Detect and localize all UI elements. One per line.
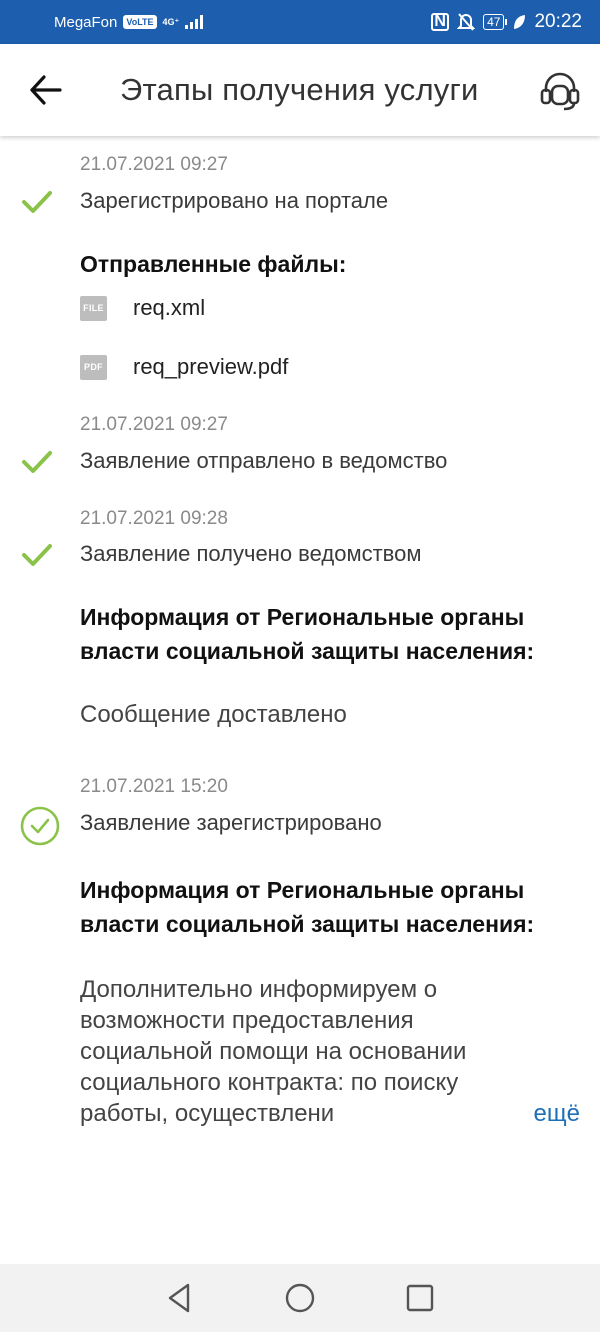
- pdf-icon: PDF: [80, 354, 107, 380]
- clock: 20:22: [534, 11, 582, 32]
- file-name: req_preview.pdf: [133, 354, 289, 379]
- stage-status: Заявление зарегистрировано: [80, 810, 382, 835]
- check-icon: [22, 544, 52, 566]
- battery-icon: 47: [483, 14, 508, 30]
- system-nav-bar: [0, 1264, 600, 1332]
- status-bar-left: MegaFon VoLTE 4G⁺: [54, 13, 204, 31]
- mute-bell-icon: [457, 13, 476, 31]
- network-type: 4G⁺: [162, 16, 180, 27]
- info-title: Информация от Региональные органы власти…: [80, 604, 535, 664]
- stage-status: Заявление отправлено в ведомство: [80, 448, 448, 473]
- nfc-icon: N: [431, 13, 450, 31]
- volte-badge: VoLTE: [123, 15, 157, 29]
- text-fade: [450, 1098, 530, 1132]
- file-icon: FILE: [80, 295, 107, 321]
- check-icon: [22, 191, 52, 213]
- leaf-icon: [514, 15, 526, 29]
- info-message: Сообщение доставлено: [80, 701, 347, 728]
- sent-files-title: Отправленные файлы:: [80, 251, 347, 277]
- info-title: Информация от Региональные органы власти…: [80, 877, 535, 937]
- status-bar: MegaFon VoLTE 4G⁺ N 47 20:22: [0, 0, 600, 44]
- check-icon: [22, 451, 52, 473]
- status-bar-right: N 47 20:22: [431, 11, 582, 33]
- file-name: req.xml: [133, 295, 206, 320]
- stage-date: 21.07.2021 09:27: [80, 414, 228, 435]
- signal-icon: [185, 15, 204, 29]
- app-header: Этапы получения услуги: [0, 44, 600, 136]
- nav-recents-icon[interactable]: [400, 1278, 440, 1318]
- stage-date: 21.07.2021 09:27: [80, 154, 228, 175]
- nav-home-icon[interactable]: [280, 1278, 320, 1318]
- carrier-name: MegaFon: [54, 13, 118, 31]
- nav-back-icon[interactable]: [160, 1278, 200, 1318]
- file-item[interactable]: PDF req_preview.pdf: [80, 354, 288, 380]
- check-circle-icon: [20, 806, 60, 846]
- back-arrow-icon[interactable]: [26, 72, 66, 108]
- support-headset-icon[interactable]: [538, 68, 582, 112]
- stage-status: Заявление получено ведомством: [80, 541, 422, 566]
- stage-date: 21.07.2021 09:28: [80, 508, 228, 529]
- stage-date: 21.07.2021 15:20: [80, 776, 228, 797]
- show-more-link[interactable]: ещё: [534, 1100, 580, 1128]
- page-title: Этапы получения услуги: [120, 72, 479, 107]
- file-item[interactable]: FILE req.xml: [80, 295, 205, 321]
- stage-status: Зарегистрировано на портале: [80, 188, 389, 213]
